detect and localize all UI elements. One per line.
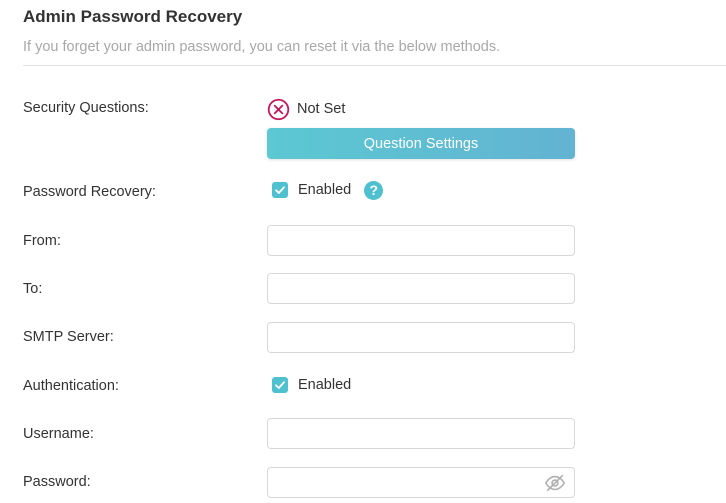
username-label: Username:	[23, 426, 94, 442]
check-icon	[275, 381, 285, 389]
username-field[interactable]	[268, 419, 558, 448]
password-field[interactable]	[268, 468, 558, 497]
password-label: Password:	[23, 474, 91, 490]
authentication-checkbox-label: Enabled	[298, 377, 352, 393]
password-recovery-toggle: Enabled ?	[272, 180, 384, 200]
security-questions-label: Security Questions:	[23, 100, 149, 116]
authentication-label: Authentication:	[23, 378, 119, 394]
help-icon[interactable]: ?	[364, 180, 384, 200]
security-questions-status-text: Not Set	[297, 101, 346, 117]
page-subtitle: If you forget your admin password, you c…	[23, 39, 501, 55]
from-field-box	[267, 225, 575, 256]
username-field-box	[267, 418, 575, 449]
authentication-checkbox[interactable]	[272, 377, 288, 393]
authentication-toggle: Enabled	[272, 376, 351, 394]
page-title: Admin Password Recovery	[23, 7, 243, 26]
eye-off-icon[interactable]	[544, 472, 566, 494]
password-recovery-checkbox-label: Enabled	[298, 182, 352, 198]
check-icon	[275, 186, 285, 194]
from-label: From:	[23, 233, 61, 249]
to-label: To:	[23, 281, 43, 297]
password-field-box	[267, 467, 575, 498]
to-field[interactable]	[268, 274, 558, 303]
smtp-server-label: SMTP Server:	[23, 329, 114, 345]
to-field-box	[267, 273, 575, 304]
from-field[interactable]	[268, 226, 558, 255]
question-settings-button[interactable]: Question Settings	[267, 128, 575, 159]
divider	[23, 65, 726, 66]
x-circle-icon	[267, 98, 290, 121]
password-recovery-checkbox[interactable]	[272, 182, 288, 198]
smtp-server-field-box	[267, 322, 575, 353]
smtp-server-field[interactable]	[268, 323, 558, 352]
security-questions-status: Not Set	[267, 97, 345, 121]
password-recovery-label: Password Recovery:	[23, 184, 156, 200]
